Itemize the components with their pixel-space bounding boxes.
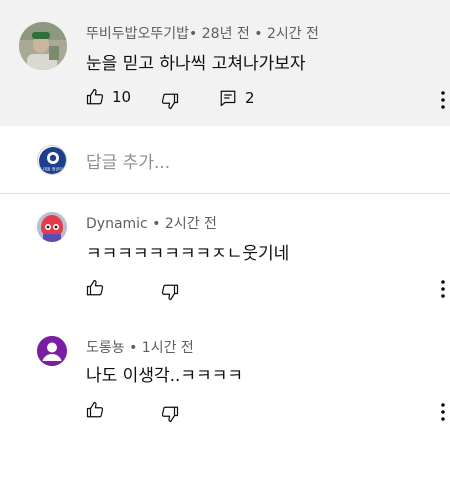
reply-author-name[interactable]: Dynamic bbox=[86, 216, 148, 232]
reply-input[interactable]: 답글 추가... bbox=[86, 148, 170, 173]
reply-text: ㅋㅋㅋㅋㅋㅋㅋㅋㅈㄴ웃기네 bbox=[86, 244, 290, 264]
parent-author-avatar[interactable] bbox=[19, 22, 67, 70]
reply-author-name[interactable]: 도롱뇽 bbox=[86, 340, 125, 356]
more-vertical-icon bbox=[441, 403, 445, 421]
parent-reply-count: 2 bbox=[245, 89, 255, 107]
avatar-badge-caption: 대왕 정빈이 bbox=[43, 166, 63, 172]
reply-meta: 도롱뇽 • 1시간 전 bbox=[86, 337, 194, 357]
more-vertical-icon bbox=[441, 91, 445, 109]
reply-timestamp: • 2시간 전 bbox=[152, 216, 217, 232]
reply-meta: Dynamic • 2시간 전 bbox=[86, 213, 217, 233]
reply-like-button[interactable] bbox=[86, 279, 104, 297]
thumbs-down-icon bbox=[161, 93, 179, 110]
reply-author-avatar[interactable] bbox=[37, 212, 67, 242]
default-user-icon bbox=[37, 336, 67, 366]
parent-more-button[interactable] bbox=[437, 90, 449, 110]
reply-text: 나도 이생각..ㅋㅋㅋㅋ bbox=[86, 366, 243, 386]
current-user-avatar: 대왕 정빈이 bbox=[37, 145, 67, 175]
parent-timestamp: • 28년 전 • 2시간 전 bbox=[189, 26, 319, 42]
parent-comment: 뚜비두밥오뚜기밥• 28년 전 • 2시간 전 눈을 믿고 하나씩 고쳐나가보자… bbox=[0, 0, 450, 126]
thumbs-down-icon bbox=[161, 406, 179, 423]
reply-timestamp: • 1시간 전 bbox=[129, 340, 194, 356]
parent-like-button[interactable]: 10 bbox=[86, 88, 131, 106]
thumbs-up-icon bbox=[86, 279, 104, 296]
thumbs-down-icon bbox=[161, 284, 179, 301]
avatar-badge-icon: 대왕 정빈이 bbox=[39, 147, 66, 174]
reply-more-button[interactable] bbox=[437, 279, 449, 299]
thumbs-up-icon bbox=[86, 88, 104, 105]
divider bbox=[0, 193, 450, 194]
parent-author-name[interactable]: 뚜비두밥오뚜기밥 bbox=[86, 26, 189, 42]
parent-dislike-button[interactable] bbox=[161, 92, 179, 110]
reply-count-icon bbox=[220, 90, 236, 107]
more-vertical-icon bbox=[441, 280, 445, 298]
reply-more-button[interactable] bbox=[437, 402, 449, 422]
parent-like-count: 10 bbox=[112, 88, 132, 106]
reply-like-button[interactable] bbox=[86, 401, 104, 419]
avatar-character-icon bbox=[37, 212, 67, 242]
avatar-photo-icon bbox=[19, 22, 67, 70]
reply-dislike-button[interactable] bbox=[161, 283, 179, 301]
parent-comment-meta: 뚜비두밥오뚜기밥• 28년 전 • 2시간 전 bbox=[86, 23, 319, 43]
thumbs-up-icon bbox=[86, 401, 104, 418]
reply-author-avatar[interactable] bbox=[37, 336, 67, 366]
reply-dislike-button[interactable] bbox=[161, 405, 179, 423]
parent-comment-text: 눈을 믿고 하나씩 고쳐나가보자 bbox=[86, 54, 306, 74]
parent-replies-button[interactable]: 2 bbox=[219, 89, 255, 107]
